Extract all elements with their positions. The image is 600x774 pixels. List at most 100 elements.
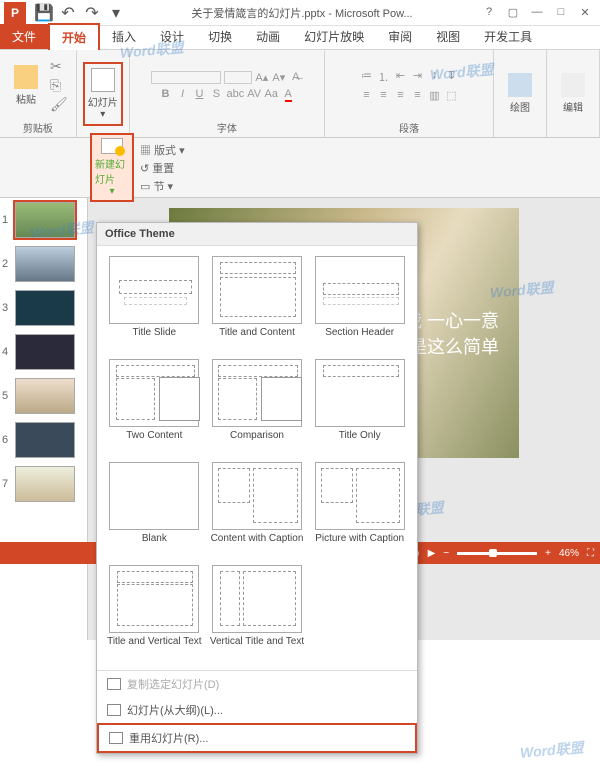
view-slideshow-icon[interactable]: ▶ xyxy=(428,548,436,559)
font-color-icon[interactable]: A xyxy=(281,88,295,100)
group-paragraph: ≔ ⒈ ⇤ ⇥ ↕ ↧ ≡ ≡ ≡ ≡ ▥ ⬚ 段落 xyxy=(325,50,494,137)
slides-button[interactable]: 幻灯片▾ xyxy=(83,62,123,126)
tab-transitions[interactable]: 切换 xyxy=(196,24,244,49)
layout-title-vertical[interactable]: Title and Vertical Text xyxy=(105,563,204,662)
close-icon[interactable]: ✕ xyxy=(578,6,592,19)
layout-button[interactable]: ▦ 版式 ▾ xyxy=(140,142,185,158)
layout-title-only[interactable]: Title Only xyxy=(310,357,409,456)
align-left-icon[interactable]: ≡ xyxy=(359,89,373,102)
case-icon[interactable]: Aa xyxy=(264,88,278,100)
window-title: 关于爱情箴言的幻灯片.pptx - Microsoft Pow... xyxy=(130,5,474,21)
format-painter-icon[interactable]: 🖌 xyxy=(48,96,70,113)
justify-icon[interactable]: ≡ xyxy=(410,89,424,102)
slide-thumbnails: 1 2 3 4 5 6 7 xyxy=(0,198,88,640)
group-slides: 幻灯片▾ xyxy=(77,50,130,137)
slides-subbar: 新建幻灯片▾ ▦ 版式 ▾ ↺ 重置 ▭ 节 ▾ xyxy=(0,138,600,198)
layout-blank[interactable]: Blank xyxy=(105,460,204,559)
reuse-slides-item[interactable]: 重用幻灯片(R)... xyxy=(97,723,417,753)
ribbon-options-icon[interactable]: ▢ xyxy=(506,6,520,19)
text-direction-icon[interactable]: ↧ xyxy=(444,69,458,85)
numbering-icon[interactable]: ⒈ xyxy=(376,69,390,85)
help-icon[interactable]: ? xyxy=(482,6,496,19)
thumbnail-7[interactable] xyxy=(15,466,75,502)
shrink-font-icon[interactable]: A▾ xyxy=(272,71,286,84)
thumbnail-1[interactable] xyxy=(15,202,75,238)
layout-content-caption[interactable]: Content with Caption xyxy=(208,460,307,559)
thumbnail-2[interactable] xyxy=(15,246,75,282)
layout-section-header[interactable]: Section Header xyxy=(310,254,409,353)
strike-icon[interactable]: S xyxy=(209,88,223,100)
layout-dropdown: Office Theme Title Slide Title and Conte… xyxy=(96,222,418,754)
cut-icon[interactable]: ✂ xyxy=(48,58,70,75)
reset-button[interactable]: ↺ 重置 xyxy=(140,160,185,176)
zoom-out-icon[interactable]: − xyxy=(443,548,449,559)
drawing-button[interactable]: 绘图 xyxy=(500,71,540,116)
layout-picture-caption[interactable]: Picture with Caption xyxy=(310,460,409,559)
thumbnail-5[interactable] xyxy=(15,378,75,414)
zoom-slider[interactable] xyxy=(457,552,537,555)
italic-icon[interactable]: I xyxy=(175,88,189,100)
save-icon[interactable]: 💾 xyxy=(36,5,52,21)
redo-icon[interactable]: ↷ xyxy=(84,5,100,21)
maximize-icon[interactable]: □ xyxy=(554,6,568,19)
tab-animations[interactable]: 动画 xyxy=(244,24,292,49)
section-button[interactable]: ▭ 节 ▾ xyxy=(140,178,185,194)
layout-footer: 复制选定幻灯片(D) 幻灯片(从大纲)(L)... 重用幻灯片(R)... xyxy=(97,670,417,753)
clear-format-icon[interactable]: A̶ xyxy=(289,71,303,84)
group-clipboard: 粘贴 ✂ ⎘ 🖌 剪贴板 xyxy=(0,50,77,137)
paste-button[interactable]: 粘贴 xyxy=(6,63,46,108)
indent-left-icon[interactable]: ⇤ xyxy=(393,69,407,85)
font-size-combo[interactable] xyxy=(224,71,252,84)
tab-file[interactable]: 文件 xyxy=(0,24,48,49)
thumbnail-3[interactable] xyxy=(15,290,75,326)
group-drawing: 绘图 xyxy=(494,50,547,137)
tab-slideshow[interactable]: 幻灯片放映 xyxy=(292,24,376,49)
copy-icon[interactable]: ⎘ xyxy=(48,77,70,94)
layout-vertical-title[interactable]: Vertical Title and Text xyxy=(208,563,307,662)
layout-title-slide[interactable]: Title Slide xyxy=(105,254,204,353)
thumbnail-4[interactable] xyxy=(15,334,75,370)
slides-from-outline-item[interactable]: 幻灯片(从大纲)(L)... xyxy=(97,697,417,723)
duplicate-slides-item: 复制选定幻灯片(D) xyxy=(97,671,417,697)
smartart-icon[interactable]: ⬚ xyxy=(444,89,458,102)
layout-comparison[interactable]: Comparison xyxy=(208,357,307,456)
fit-window-icon[interactable]: ⛶ xyxy=(587,548,594,559)
tab-developer[interactable]: 开发工具 xyxy=(472,24,544,49)
align-right-icon[interactable]: ≡ xyxy=(393,89,407,102)
bold-icon[interactable]: B xyxy=(158,88,172,100)
layout-title-content[interactable]: Title and Content xyxy=(208,254,307,353)
spacing-icon[interactable]: AV xyxy=(247,88,261,100)
app-icon: P xyxy=(4,2,26,24)
ribbon-tabs: 文件 开始 插入 设计 切换 动画 幻灯片放映 审阅 视图 开发工具 xyxy=(0,26,600,50)
slide-text-1: 我 一心一意 xyxy=(404,307,499,333)
bullets-icon[interactable]: ≔ xyxy=(359,69,373,85)
align-center-icon[interactable]: ≡ xyxy=(376,89,390,102)
zoom-in-icon[interactable]: + xyxy=(545,548,551,559)
grow-font-icon[interactable]: A▴ xyxy=(255,71,269,84)
layout-two-content[interactable]: Two Content xyxy=(105,357,204,456)
layout-theme-title: Office Theme xyxy=(97,223,417,246)
zoom-value[interactable]: 46% xyxy=(559,548,579,559)
underline-icon[interactable]: U xyxy=(192,88,206,100)
font-family-combo[interactable] xyxy=(151,71,221,84)
columns-icon[interactable]: ▥ xyxy=(427,89,441,102)
editing-button[interactable]: 编辑 xyxy=(553,71,593,116)
quick-access-toolbar: 💾 ↶ ↷ ▾ xyxy=(30,5,130,21)
tab-view[interactable]: 视图 xyxy=(424,24,472,49)
tab-insert[interactable]: 插入 xyxy=(100,24,148,49)
tab-home[interactable]: 开始 xyxy=(48,23,100,50)
group-editing: 编辑 xyxy=(547,50,600,137)
new-slide-button[interactable]: 新建幻灯片▾ xyxy=(90,133,134,202)
window-controls: ? ▢ — □ ✕ xyxy=(474,6,600,19)
watermark: Word联盟 xyxy=(519,737,584,762)
tab-design[interactable]: 设计 xyxy=(148,24,196,49)
thumbnail-6[interactable] xyxy=(15,422,75,458)
shadow-icon[interactable]: abc xyxy=(226,88,244,100)
undo-icon[interactable]: ↶ xyxy=(60,5,76,21)
tab-review[interactable]: 审阅 xyxy=(376,24,424,49)
minimize-icon[interactable]: — xyxy=(530,6,544,19)
indent-right-icon[interactable]: ⇥ xyxy=(410,69,424,85)
qat-more-icon[interactable]: ▾ xyxy=(108,5,124,21)
line-spacing-icon[interactable]: ↕ xyxy=(427,69,441,85)
ribbon: 粘贴 ✂ ⎘ 🖌 剪贴板 幻灯片▾ A▴ A▾ A̶ xyxy=(0,50,600,138)
